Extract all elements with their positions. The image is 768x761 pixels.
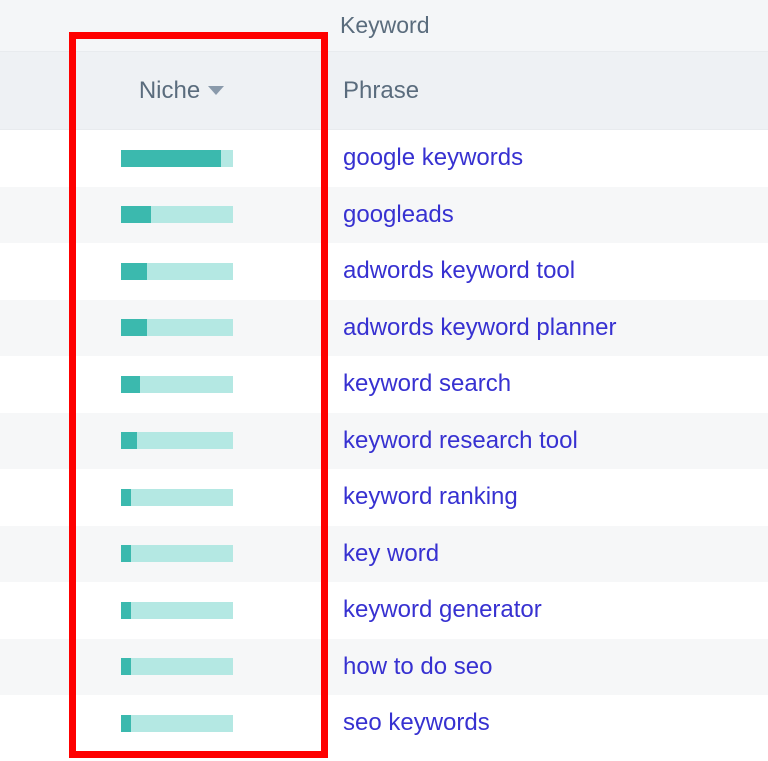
niche-cell [0,545,333,562]
niche-bar-fill [121,376,140,393]
phrase-link[interactable]: keyword research tool [343,427,578,454]
phrase-cell: keyword research tool [333,427,578,455]
phrase-link[interactable]: keyword search [343,370,511,397]
table-row: key word [0,526,768,583]
niche-cell [0,150,333,167]
niche-cell [0,319,333,336]
niche-bar-fill [121,715,131,732]
phrase-cell: keyword generator [333,596,542,624]
niche-cell [0,715,333,732]
niche-cell [0,376,333,393]
phrase-cell: google keywords [333,144,523,172]
table-row: googleads [0,187,768,244]
phrase-cell: how to do seo [333,653,492,681]
phrase-link[interactable]: how to do seo [343,653,492,680]
niche-bar-track [121,432,233,449]
niche-bar-track [121,602,233,619]
niche-cell [0,602,333,619]
phrase-cell: adwords keyword planner [333,314,616,342]
phrase-link[interactable]: keyword generator [343,596,542,623]
table-subheader-row: Niche Phrase [0,52,768,130]
table-row: how to do seo [0,639,768,696]
niche-cell [0,206,333,223]
niche-bar-track [121,489,233,506]
niche-bar-track [121,319,233,336]
niche-bar-track [121,715,233,732]
phrase-cell: adwords keyword tool [333,257,575,285]
niche-bar-fill [121,150,222,167]
niche-bar-fill [121,489,131,506]
niche-bar-fill [121,658,131,675]
niche-bar-track [121,545,233,562]
niche-bar-fill [121,545,131,562]
phrase-link[interactable]: seo keywords [343,709,490,736]
phrase-link[interactable]: googleads [343,201,454,228]
niche-bar-fill [121,206,151,223]
table-row: adwords keyword planner [0,300,768,357]
niche-bar-fill [121,319,148,336]
table-body: google keywords googleads adwords keywor… [0,130,768,752]
phrase-cell: keyword search [333,370,511,398]
table-row: adwords keyword tool [0,243,768,300]
phrase-link[interactable]: adwords keyword planner [343,314,616,341]
table-row: keyword search [0,356,768,413]
phrase-cell: key word [333,540,439,568]
niche-bar-track [121,150,233,167]
niche-cell [0,263,333,280]
table-row: keyword research tool [0,413,768,470]
phrase-link[interactable]: google keywords [343,144,523,171]
phrase-link[interactable]: adwords keyword tool [343,257,575,284]
niche-cell [0,489,333,506]
phrase-link[interactable]: key word [343,540,439,567]
niche-bar-fill [121,602,131,619]
phrase-link[interactable]: keyword ranking [343,483,518,510]
keyword-group-header: Keyword [0,12,429,39]
phrase-cell: seo keywords [333,709,490,737]
keyword-table: Keyword Niche Phrase google keywords [0,0,768,761]
niche-bar-track [121,206,233,223]
niche-bar-track [121,376,233,393]
table-header-row-group: Keyword [0,0,768,52]
niche-bar-track [121,658,233,675]
table-row: keyword generator [0,582,768,639]
table-row: keyword ranking [0,469,768,526]
phrase-cell: keyword ranking [333,483,518,511]
table-row: google keywords [0,130,768,187]
table-row: seo keywords [0,695,768,752]
niche-cell [0,658,333,675]
niche-header-label: Niche [139,77,200,105]
phrase-cell: googleads [333,201,454,229]
sort-desc-icon [208,86,224,95]
phrase-column-header[interactable]: Phrase [333,77,419,105]
niche-bar-fill [121,432,138,449]
niche-bar-track [121,263,233,280]
niche-cell [0,432,333,449]
niche-column-header[interactable]: Niche [0,77,333,105]
niche-bar-fill [121,263,148,280]
